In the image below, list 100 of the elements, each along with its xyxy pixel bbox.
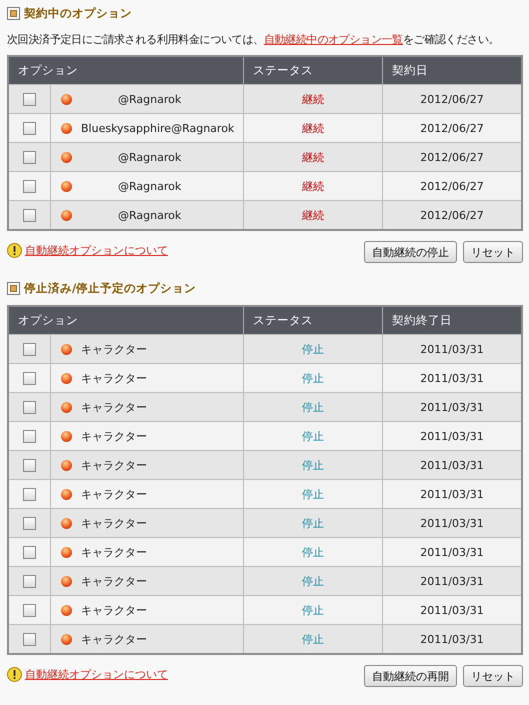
orb-icon bbox=[61, 488, 72, 500]
date-cell: 2011/03/31 bbox=[382, 392, 522, 422]
date-cell: 2011/03/31 bbox=[382, 538, 522, 566]
intro-text: 次回決済予定日にご請求される利用料金については、自動継続中のオプション一覧をご確認ください。 bbox=[7, 32, 500, 47]
date-cell: 2012/06/27 bbox=[382, 142, 522, 172]
status-cell: 継続 bbox=[244, 172, 382, 200]
option-name: Blueskysapphire@Ragnarok bbox=[81, 122, 234, 134]
checkbox[interactable] bbox=[23, 546, 36, 559]
orb-icon bbox=[61, 576, 72, 586]
option-name: キャラクター bbox=[81, 574, 147, 588]
checkbox[interactable] bbox=[23, 430, 36, 443]
orb-icon bbox=[61, 546, 72, 558]
orb-icon bbox=[61, 430, 72, 442]
option-list-link[interactable]: 自動継続中のオプション一覧 bbox=[264, 33, 403, 46]
checkbox[interactable] bbox=[23, 372, 36, 385]
status-cell: 継続 bbox=[244, 142, 382, 172]
orb-icon bbox=[61, 402, 72, 412]
option-name: キャラクター bbox=[81, 602, 147, 618]
date-cell: 2011/03/31 bbox=[382, 480, 522, 508]
date-cell: 2012/06/27 bbox=[382, 200, 522, 230]
column-header: ステータス bbox=[244, 56, 382, 84]
column-header: 契約日 bbox=[382, 56, 522, 84]
orb-icon bbox=[61, 634, 72, 644]
action-button[interactable]: リセット bbox=[463, 241, 523, 263]
orb-icon bbox=[61, 180, 72, 192]
checkbox[interactable] bbox=[23, 122, 36, 135]
option-name: キャラクター bbox=[81, 370, 147, 386]
option-name: @Ragnarok bbox=[118, 180, 182, 192]
checkbox[interactable] bbox=[23, 574, 36, 588]
section-title: 停止済み/停止予定のオプション bbox=[24, 280, 196, 296]
auto-renew-info-link[interactable]: 自動継続オプションについて bbox=[25, 243, 168, 258]
date-cell: 2011/03/31 bbox=[382, 334, 522, 364]
column-header: オプション bbox=[8, 56, 244, 84]
status-cell: 停止 bbox=[244, 508, 382, 538]
column-header: 契約終了日 bbox=[382, 306, 522, 334]
status-cell: 停止 bbox=[244, 624, 382, 654]
option-name: @Ragnarok bbox=[118, 150, 182, 164]
status-cell: 停止 bbox=[244, 538, 382, 566]
checkbox[interactable] bbox=[23, 488, 36, 501]
date-cell: 2011/03/31 bbox=[382, 596, 522, 624]
checkbox[interactable] bbox=[23, 150, 36, 164]
option-name: @Ragnarok bbox=[118, 92, 182, 106]
date-cell: 2011/03/31 bbox=[382, 566, 522, 596]
orb-icon bbox=[61, 122, 72, 134]
date-cell: 2011/03/31 bbox=[382, 508, 522, 538]
status-cell: 停止 bbox=[244, 480, 382, 508]
status-cell: 停止 bbox=[244, 422, 382, 450]
orb-icon bbox=[61, 152, 72, 162]
date-cell: 2011/03/31 bbox=[382, 624, 522, 654]
option-name: キャラクター bbox=[81, 400, 147, 414]
column-header: オプション bbox=[8, 306, 244, 334]
date-cell: 2011/03/31 bbox=[382, 450, 522, 480]
checkbox[interactable] bbox=[23, 342, 36, 356]
orb-icon bbox=[61, 344, 72, 354]
status-cell: 停止 bbox=[244, 334, 382, 364]
status-cell: 停止 bbox=[244, 392, 382, 422]
section-title: 契約中のオプション bbox=[24, 6, 132, 20]
status-cell: 継続 bbox=[244, 200, 382, 230]
option-name: キャラクター bbox=[81, 428, 147, 444]
status-cell: 停止 bbox=[244, 364, 382, 392]
checkbox[interactable] bbox=[23, 92, 36, 106]
status-cell: 継続 bbox=[244, 114, 382, 142]
date-cell: 2012/06/27 bbox=[382, 84, 522, 114]
option-name: キャラクター bbox=[81, 342, 147, 356]
status-cell: 停止 bbox=[244, 566, 382, 596]
action-button[interactable]: 自動継続の停止 bbox=[364, 241, 457, 263]
orb-icon bbox=[61, 94, 72, 104]
option-name: @Ragnarok bbox=[118, 208, 182, 222]
date-cell: 2011/03/31 bbox=[382, 364, 522, 392]
status-cell: 停止 bbox=[244, 450, 382, 480]
action-button[interactable]: 自動継続の再開 bbox=[364, 665, 457, 687]
option-name: キャラクター bbox=[81, 458, 147, 472]
status-cell: 継続 bbox=[244, 84, 382, 114]
status-cell: 停止 bbox=[244, 596, 382, 624]
checkbox[interactable] bbox=[23, 180, 36, 193]
warning-icon bbox=[7, 243, 22, 258]
date-cell: 2012/06/27 bbox=[382, 114, 522, 142]
orb-icon bbox=[61, 460, 72, 470]
option-name: キャラクター bbox=[81, 486, 147, 502]
checkbox[interactable] bbox=[23, 458, 36, 472]
date-cell: 2011/03/31 bbox=[382, 422, 522, 450]
orb-icon bbox=[61, 518, 72, 528]
square-bullet-icon bbox=[7, 6, 20, 20]
warning-icon bbox=[7, 667, 22, 682]
orb-icon bbox=[61, 210, 72, 220]
action-button[interactable]: リセット bbox=[463, 665, 523, 687]
checkbox[interactable] bbox=[23, 632, 36, 646]
date-cell: 2012/06/27 bbox=[382, 172, 522, 200]
square-bullet-icon bbox=[7, 282, 20, 294]
auto-renew-info-link[interactable]: 自動継続オプションについて bbox=[25, 667, 168, 682]
checkbox[interactable] bbox=[23, 604, 36, 617]
option-name: キャラクター bbox=[81, 544, 147, 560]
orb-icon bbox=[61, 604, 72, 616]
column-header: ステータス bbox=[244, 306, 382, 334]
orb-icon bbox=[61, 372, 72, 384]
checkbox[interactable] bbox=[23, 516, 36, 530]
option-name: キャラクター bbox=[81, 632, 147, 646]
checkbox[interactable] bbox=[23, 208, 36, 222]
option-name: キャラクター bbox=[81, 516, 147, 530]
checkbox[interactable] bbox=[23, 400, 36, 414]
